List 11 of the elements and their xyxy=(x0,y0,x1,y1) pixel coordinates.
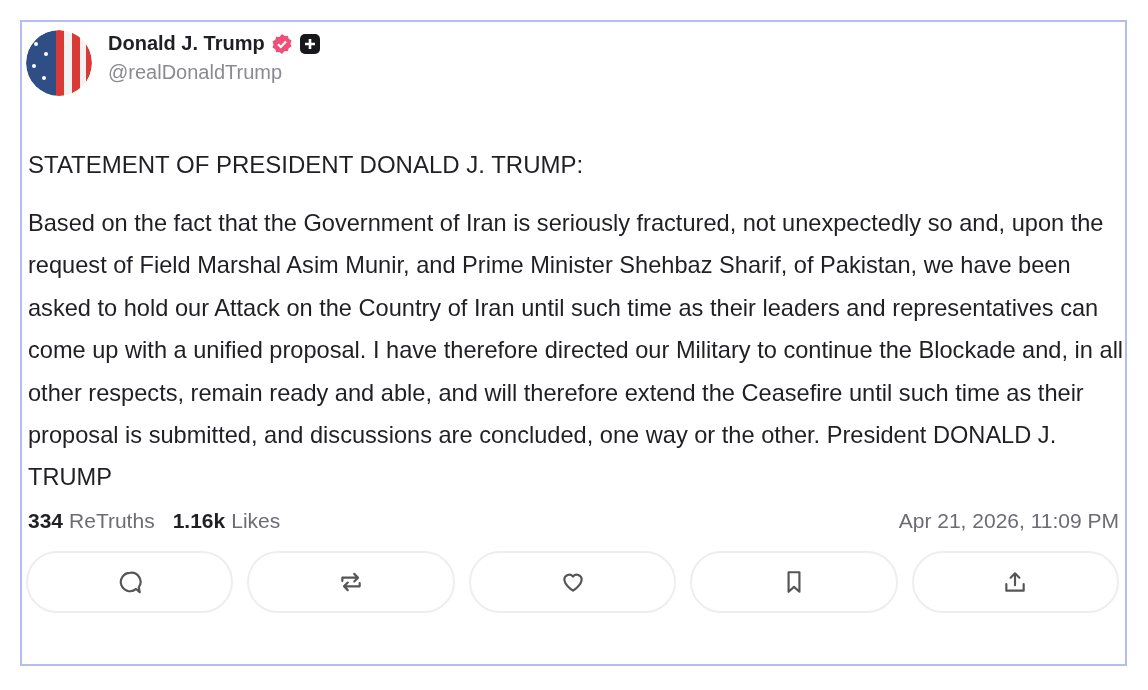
stat-count: 1.16k xyxy=(172,508,226,533)
stat-count: 334 xyxy=(28,508,64,533)
author-handle[interactable]: @realDonaldTrump xyxy=(108,61,321,84)
stat-label: Likes xyxy=(231,508,281,533)
plus-badge-icon xyxy=(298,32,321,55)
stat-label: ReTruths xyxy=(69,508,155,533)
verified-badge-icon xyxy=(270,32,293,55)
author-name: Donald J. Trump xyxy=(108,32,265,55)
post-title: STATEMENT OF PRESIDENT DONALD J. TRUMP: xyxy=(28,150,585,180)
post-text: Based on the fact that the Government of Iran is seriously fractured, not unexpectedly so and, upon the request of Field Marshal Asim Munir, and Prime Minister Shehbaz Sharif, of Pakistan, we have been asked to hold our Attack on the Country of Iran until such time as their leaders and representatives can come up with a unified proposal. I have therefore directed our Military to continue the Blockade and, in all other respects, remain ready and able, and will therefore extend the Ceasefire until such time as their proposal is submitted, and discussions are concluded, one way or the other. President DONALD J. TRUMP xyxy=(28,209,1124,493)
post-timestamp: Apr 21, 2026, 11:09 PM xyxy=(898,508,1119,533)
